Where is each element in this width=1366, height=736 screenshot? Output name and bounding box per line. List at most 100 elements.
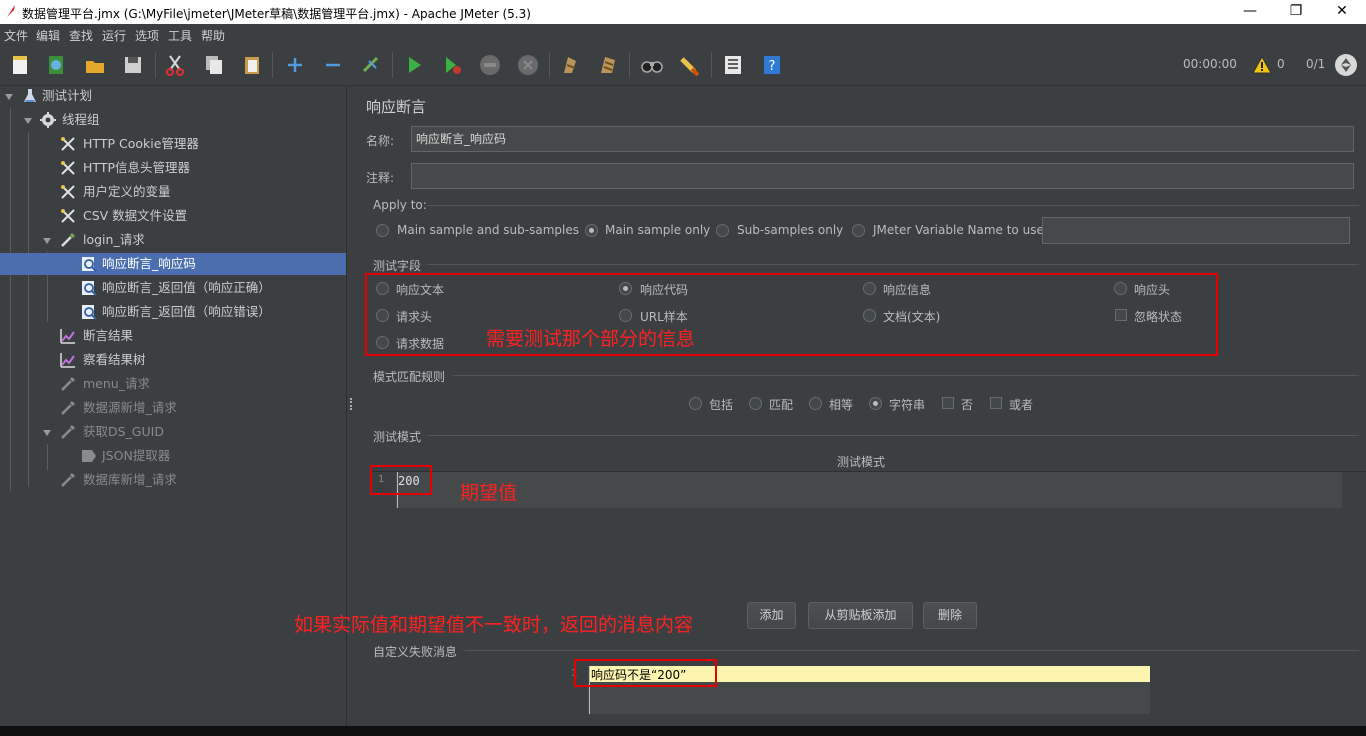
tree-item-assertion-error[interactable]: 响应断言_返回值（响应错误） xyxy=(79,301,346,323)
templates-icon[interactable] xyxy=(44,53,68,77)
menu-options[interactable]: 选项 xyxy=(135,27,159,44)
tree-item-csv-data[interactable]: CSV 数据文件设置 xyxy=(58,205,346,227)
tree-item-datasource-request[interactable]: 数据源新增_请求 xyxy=(58,397,346,419)
option-substring: 字符串 xyxy=(889,398,926,412)
tools-icon xyxy=(61,137,75,151)
expand-arrow-icon[interactable] xyxy=(43,430,51,436)
expand-arrow-icon[interactable] xyxy=(43,238,51,244)
expected-value-annotation: 期望值 xyxy=(460,482,518,504)
menu-help[interactable]: 帮助 xyxy=(201,27,225,44)
toggle-icon[interactable] xyxy=(359,53,383,77)
function-helper-icon[interactable] xyxy=(721,53,745,77)
tree-item-menu-request[interactable]: menu_请求 xyxy=(58,373,346,395)
expand-arrow-icon[interactable] xyxy=(5,94,13,100)
checkbox-or[interactable] xyxy=(990,397,1002,409)
tree-item-header-manager[interactable]: HTTP信息头管理器 xyxy=(58,157,346,179)
add-from-clipboard-button[interactable]: 从剪贴板添加 xyxy=(808,602,913,629)
checkbox-not[interactable] xyxy=(942,397,954,409)
tools-icon xyxy=(61,161,75,175)
failure-message-label: 自定义失败消息 xyxy=(373,645,458,659)
open-icon[interactable] xyxy=(83,53,107,77)
radio-matches[interactable] xyxy=(749,397,762,410)
assertion-icon xyxy=(82,257,97,272)
tree-item-assertion-correct[interactable]: 响应断言_返回值（响应正确） xyxy=(79,277,346,299)
menu-tools[interactable]: 工具 xyxy=(168,27,192,44)
tree-item-assertion-code[interactable]: 响应断言_响应码 xyxy=(0,253,346,275)
variable-name-field[interactable] xyxy=(1042,217,1350,244)
pipette-icon xyxy=(61,401,75,415)
radio-equals[interactable] xyxy=(809,397,822,410)
comment-field[interactable] xyxy=(411,163,1354,189)
minimize-button[interactable]: — xyxy=(1227,0,1273,24)
reset-search-icon[interactable] xyxy=(678,53,702,77)
shutdown-icon[interactable] xyxy=(516,53,540,77)
option-contains: 包括 xyxy=(709,398,734,412)
menu-search[interactable]: 查找 xyxy=(69,27,93,44)
start-no-pauses-icon[interactable] xyxy=(440,53,464,77)
option-or: 或者 xyxy=(1009,398,1034,412)
stop-icon[interactable] xyxy=(478,53,502,77)
tree-item-json-extractor[interactable]: JSON提取器 xyxy=(79,445,346,467)
toolbar: ? 00:00:00 0 0/1 xyxy=(0,44,1366,86)
tree-item-get-ds-guid[interactable]: 获取DS_GUID xyxy=(58,421,346,443)
paste-icon[interactable] xyxy=(240,53,264,77)
option-matches: 匹配 xyxy=(769,398,794,412)
pattern-rules-label: 模式匹配规则 xyxy=(373,370,446,384)
start-icon[interactable] xyxy=(402,53,426,77)
add-button[interactable]: 添加 xyxy=(747,602,796,629)
radio-substring[interactable] xyxy=(869,397,882,410)
remote-status-icon xyxy=(1335,54,1357,76)
clear-all-icon[interactable] xyxy=(597,53,621,77)
cut-icon[interactable] xyxy=(163,53,187,77)
expand-arrow-icon[interactable] xyxy=(24,118,32,124)
radio-main-only[interactable] xyxy=(585,224,598,237)
chart-icon xyxy=(60,353,75,368)
option-main-only: Main sample only xyxy=(605,223,711,237)
name-field[interactable]: 响应断言_响应码 xyxy=(411,126,1354,152)
assertion-icon xyxy=(82,305,97,320)
menu-file[interactable]: 文件 xyxy=(4,27,28,44)
test-patterns-label: 测试模式 xyxy=(373,430,422,444)
failure-message-annotation: 如果实际值和期望值不一致时，返回的消息内容 xyxy=(294,614,694,636)
taskbar xyxy=(0,726,1366,736)
expand-icon[interactable] xyxy=(283,53,307,77)
option-equals: 相等 xyxy=(829,398,854,412)
close-button[interactable]: ✕ xyxy=(1319,0,1365,24)
tree-item-database-request[interactable]: 数据库新增_请求 xyxy=(58,469,346,491)
collapse-icon[interactable] xyxy=(321,53,345,77)
option-variable-name: JMeter Variable Name to use xyxy=(873,223,1044,237)
new-icon[interactable] xyxy=(8,53,32,77)
gear-icon xyxy=(40,112,56,128)
save-icon[interactable] xyxy=(121,53,145,77)
failure-message-highlight xyxy=(574,659,717,687)
panel-title: 响应断言 xyxy=(366,98,427,116)
search-icon[interactable] xyxy=(640,53,664,77)
radio-contains[interactable] xyxy=(689,397,702,410)
test-field-annotation: 需要测试那个部分的信息 xyxy=(486,328,696,350)
delete-button[interactable]: 删除 xyxy=(923,602,977,629)
menu-edit[interactable]: 编辑 xyxy=(36,27,60,44)
pipette-icon xyxy=(61,377,75,391)
tree-item-results-tree[interactable]: 察看结果树 xyxy=(58,349,346,371)
pipette-icon xyxy=(61,425,75,439)
warning-icon[interactable] xyxy=(1252,55,1272,74)
tree-item-login-request[interactable]: login_请求 xyxy=(58,229,346,251)
tree-item-cookie-manager[interactable]: HTTP Cookie管理器 xyxy=(58,133,346,155)
maximize-button[interactable]: ❐ xyxy=(1273,0,1319,24)
tree-item-user-variables[interactable]: 用户定义的变量 xyxy=(58,181,346,203)
tree-item-thread-group[interactable]: 线程组 xyxy=(38,109,346,131)
pipette-icon xyxy=(61,233,75,247)
menu-run[interactable]: 运行 xyxy=(102,27,126,44)
pipette-icon xyxy=(61,473,75,487)
tree-item-test-plan[interactable]: 测试计划 xyxy=(20,85,346,107)
name-label: 名称: xyxy=(366,134,395,148)
radio-variable-name[interactable] xyxy=(852,224,865,237)
radio-sub-only[interactable] xyxy=(716,224,729,237)
comment-label: 注释: xyxy=(366,171,395,185)
copy-icon[interactable] xyxy=(202,53,226,77)
clear-icon[interactable] xyxy=(558,53,582,77)
tree-item-assertion-results[interactable]: 断言结果 xyxy=(58,325,346,347)
help-icon[interactable]: ? xyxy=(760,53,784,77)
svg-text:?: ? xyxy=(769,59,776,74)
radio-main-and-sub[interactable] xyxy=(376,224,389,237)
